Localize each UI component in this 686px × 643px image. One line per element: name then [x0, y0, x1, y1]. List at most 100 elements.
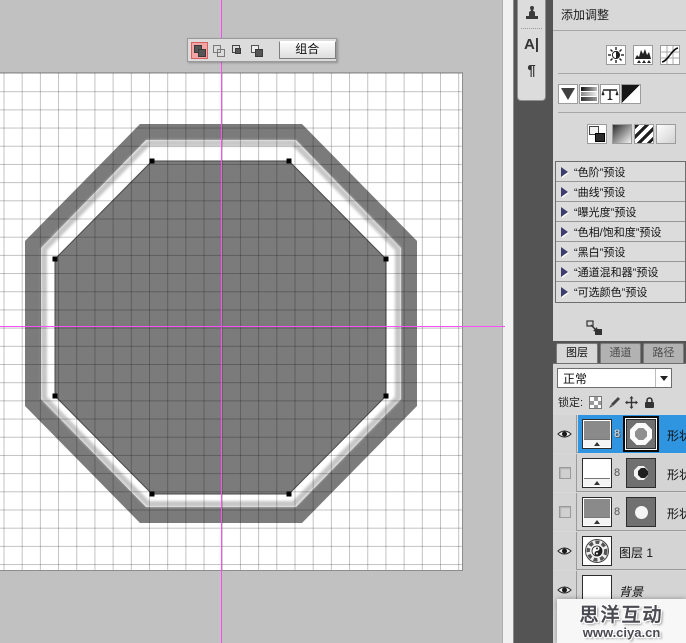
lock-transparent-pixels-button[interactable] — [589, 396, 602, 409]
expand-panel-icon — [586, 320, 604, 337]
blend-mode-arrow[interactable] — [655, 369, 671, 387]
tab-layers[interactable]: 图层 — [556, 343, 598, 363]
visibility-toggle[interactable] — [553, 493, 577, 531]
blend-mode-select[interactable]: 正常 — [557, 368, 672, 388]
disclosure-triangle-icon[interactable] — [561, 187, 568, 197]
curves-icon — [660, 45, 680, 65]
invert-icon — [587, 124, 607, 144]
vector-mask-thumbnail[interactable] — [626, 458, 656, 488]
eye-empty-icon — [559, 467, 571, 479]
shape-mode-toolbar: 组合 — [187, 38, 337, 62]
vibrance-icon — [558, 84, 578, 104]
document-area: 组合 — [0, 0, 505, 643]
layer-row-shape-3[interactable]: 8 形状 — [553, 415, 686, 453]
posterize-button[interactable] — [656, 124, 676, 145]
threshold-button[interactable] — [634, 124, 654, 145]
clone-source-panel-button[interactable] — [518, 0, 545, 26]
preset-selective-color[interactable]: “可选颜色”预设 — [556, 282, 685, 302]
preset-list: “色阶”预设 “曲线”预设 “曝光度”预设 “色相/饱和度”预设 “黑白”预设 … — [555, 161, 686, 303]
eye-icon — [557, 429, 572, 439]
lock-position-button[interactable] — [625, 396, 638, 409]
image-thumbnail[interactable] — [582, 536, 612, 566]
exclude-overlapping-shapes-button[interactable] — [248, 42, 265, 59]
preset-exposure[interactable]: “曝光度”预设 — [556, 202, 685, 222]
eye-icon — [557, 546, 572, 556]
preset-black-white[interactable]: “黑白”预设 — [556, 242, 685, 262]
visibility-toggle[interactable] — [553, 532, 577, 570]
fill-thumbnail[interactable] — [582, 497, 612, 527]
collapsed-panel-dock: A| ¶ — [517, 0, 546, 101]
vector-mask-thumbnail[interactable] — [626, 419, 656, 449]
vector-mask-thumbnail[interactable] — [626, 497, 656, 527]
preset-channel-mixer[interactable]: “通道混和器”预设 — [556, 262, 685, 282]
color-balance-button[interactable] — [600, 84, 620, 105]
vibrance-button[interactable] — [558, 84, 578, 105]
threshold-icon — [634, 124, 654, 144]
curves-button[interactable] — [660, 45, 680, 66]
invert-button[interactable] — [587, 124, 607, 145]
layer-name[interactable]: 图层 1 — [619, 544, 653, 561]
disclosure-triangle-icon[interactable] — [561, 287, 568, 297]
vertical-guide[interactable] — [221, 0, 222, 643]
layer-name[interactable]: 形状 — [667, 466, 686, 483]
dock-separator — [521, 28, 542, 29]
brightness-contrast-button[interactable] — [606, 45, 626, 66]
horizontal-guide[interactable] — [0, 326, 505, 327]
hue-saturation-button[interactable] — [579, 84, 599, 105]
gradient-map-button[interactable] — [612, 124, 632, 145]
expanded-view-button[interactable] — [586, 320, 604, 341]
lock-all-button[interactable] — [643, 396, 656, 409]
layer-row-layer-1[interactable]: 图层 1 — [553, 532, 686, 570]
lock-image-pixels-button[interactable] — [607, 396, 620, 409]
hue-saturation-icon — [579, 84, 599, 104]
intersect-shape-areas-button[interactable] — [229, 42, 246, 59]
visibility-toggle[interactable] — [553, 415, 577, 453]
document-scrollbar[interactable] — [502, 0, 514, 643]
character-panel-button[interactable]: A| — [518, 31, 545, 57]
paragraph-panel-icon: ¶ — [527, 62, 535, 79]
layer-name[interactable]: 形状 — [667, 505, 686, 522]
lock-label: 锁定: — [558, 394, 583, 410]
paragraph-panel-button[interactable]: ¶ — [518, 57, 545, 83]
adjustments-panel: 添加调整 — [553, 0, 686, 341]
padlock-icon — [643, 396, 656, 409]
brush-icon — [607, 396, 620, 409]
bagua-image — [583, 537, 611, 565]
layer-row-shape-2[interactable]: 8 形状 — [553, 454, 686, 492]
fill-thumbnail[interactable] — [582, 419, 612, 449]
eye-icon — [557, 585, 572, 595]
divider — [553, 30, 686, 31]
fill-thumbnail[interactable] — [582, 458, 612, 488]
tab-channels[interactable]: 通道 — [600, 343, 641, 363]
disclosure-triangle-icon[interactable] — [561, 207, 568, 217]
tab-paths[interactable]: 路径 — [643, 343, 684, 363]
link-icon: 8 — [614, 506, 620, 518]
add-shape-area-button[interactable] — [191, 42, 208, 59]
link-icon: 8 — [614, 428, 620, 440]
gradient-map-icon — [612, 124, 632, 144]
layer-name[interactable]: 形状 — [667, 427, 686, 444]
disclosure-triangle-icon[interactable] — [561, 167, 568, 177]
divider — [558, 112, 686, 113]
blend-mode-value: 正常 — [558, 370, 655, 387]
canvas[interactable] — [0, 72, 463, 571]
layer-row-shape-1[interactable]: 8 形状 — [553, 493, 686, 531]
combine-button[interactable]: 组合 — [279, 41, 337, 59]
disclosure-triangle-icon[interactable] — [561, 227, 568, 237]
octagon-shapes — [0, 73, 463, 572]
layer-name[interactable]: 背景 — [619, 583, 643, 600]
levels-button[interactable] — [633, 45, 653, 66]
disclosure-triangle-icon[interactable] — [561, 247, 568, 257]
black-white-button[interactable] — [621, 84, 641, 105]
brightness-contrast-icon — [606, 45, 626, 65]
disclosure-triangle-icon[interactable] — [561, 267, 568, 277]
lock-options-row: 锁定: — [553, 392, 686, 412]
panel-tabs: 图层 通道 路径 — [553, 341, 686, 363]
subtract-shape-area-button[interactable] — [210, 42, 227, 59]
levels-icon — [633, 45, 653, 65]
move-icon — [625, 396, 638, 409]
preset-curves[interactable]: “曲线”预设 — [556, 182, 685, 202]
visibility-toggle[interactable] — [553, 454, 577, 492]
preset-levels[interactable]: “色阶”预设 — [556, 162, 685, 182]
preset-hue-saturation[interactable]: “色相/饱和度”预设 — [556, 222, 685, 242]
